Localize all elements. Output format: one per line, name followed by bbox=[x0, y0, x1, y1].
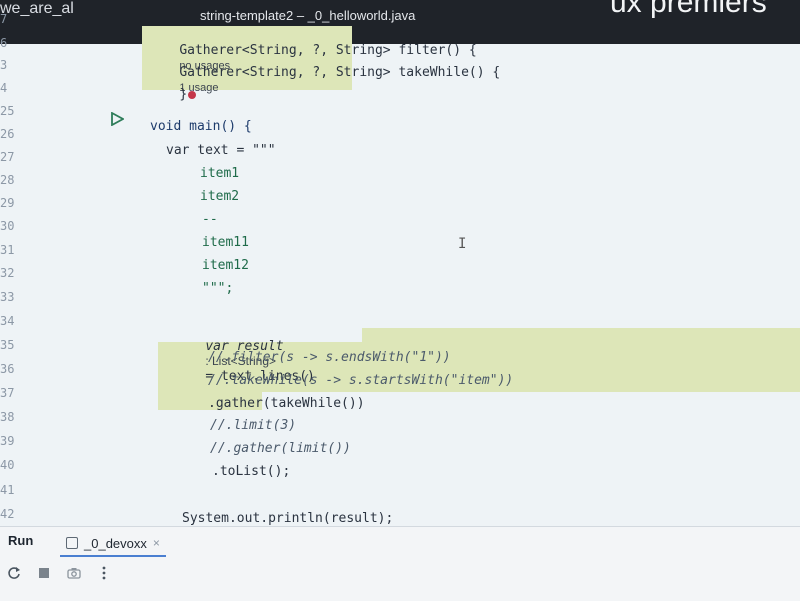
code-editor[interactable]: Gatherer<String, ?, String> filter() { n… bbox=[0, 0, 800, 600]
gather-call: .gather(takeWhile()) bbox=[208, 396, 365, 411]
text-line: -- bbox=[202, 212, 218, 227]
run-config-icon bbox=[66, 537, 78, 549]
more-vertical-icon[interactable] bbox=[96, 565, 112, 581]
close-icon[interactable]: × bbox=[153, 536, 160, 550]
text-line: item12 bbox=[202, 258, 249, 273]
code-line: } bbox=[148, 72, 197, 117]
text-cursor-icon: I bbox=[458, 236, 467, 252]
camera-icon[interactable] bbox=[66, 565, 82, 581]
breakpoint-bulb-icon[interactable] bbox=[188, 90, 197, 99]
closing-brace: } bbox=[179, 87, 188, 102]
main-declaration: void main() { bbox=[150, 119, 252, 134]
tolist-call: .toList(); bbox=[212, 464, 291, 479]
run-tab[interactable]: _0_devoxx × bbox=[60, 531, 166, 557]
comment-line: //.filter(s -> s.endsWith("1")) bbox=[208, 350, 451, 365]
text-line: item2 bbox=[200, 189, 240, 204]
comment-line: //.takeWhile(s -> s.startsWith("item")) bbox=[208, 373, 514, 388]
text-line: item11 bbox=[202, 235, 249, 250]
run-icon[interactable] bbox=[110, 112, 124, 126]
text-line: item1 bbox=[200, 166, 240, 181]
text-block-end: """; bbox=[202, 281, 234, 296]
comment-line: //.gather(limit()) bbox=[210, 441, 351, 456]
takewhile-declaration: Gatherer<String, ?, String> takeWhile() … bbox=[179, 65, 501, 80]
run-toolbar bbox=[6, 565, 112, 581]
run-tab-label: _0_devoxx bbox=[84, 535, 147, 551]
run-panel-label[interactable]: Run bbox=[8, 533, 33, 548]
rerun-icon[interactable] bbox=[6, 565, 22, 581]
println-line: System.out.println(result); bbox=[182, 511, 394, 526]
stop-icon[interactable] bbox=[36, 565, 52, 581]
comment-line: //.limit(3) bbox=[210, 418, 297, 433]
code-line: Gatherer<String, ?, String> takeWhile() … bbox=[148, 50, 500, 110]
text-declaration: var text = """ bbox=[166, 143, 276, 158]
run-tool-window: Run _0_devoxx × bbox=[0, 526, 800, 601]
